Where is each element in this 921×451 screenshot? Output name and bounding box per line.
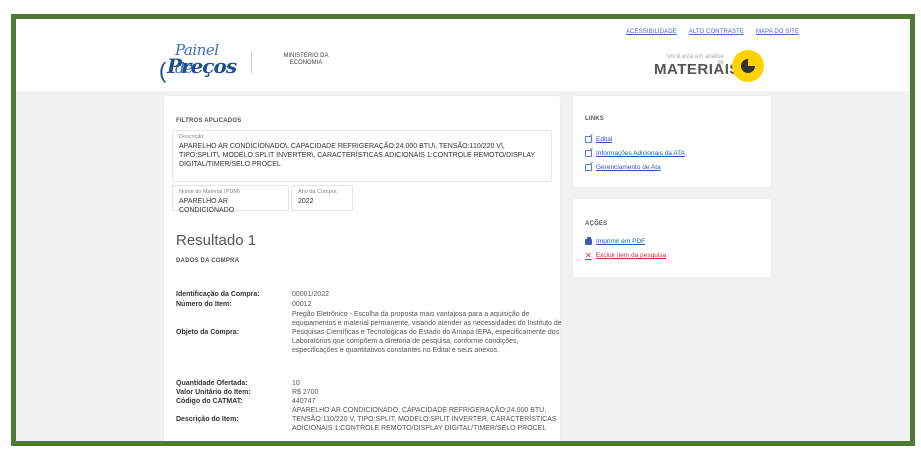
filter-ano-compra: Ano da Compra 2022 [291, 185, 353, 211]
ministry-line2: ECONOMIA [289, 60, 323, 66]
filter-ano-label: Ano da Compra [298, 189, 337, 195]
logo-line2: Preços [167, 54, 237, 78]
header: ACESSIBILIDADE ALTO CONTRASTE MAPA DO SI… [16, 19, 910, 91]
edital-label: Edital [596, 136, 613, 143]
row-quantidade: Quantidade Ofertada: 10 [176, 379, 562, 388]
filter-descricao-value: APARELHO AR CONDICIONADO\, CAPACIDADE RE… [179, 143, 536, 168]
accessibility-link[interactable]: ACESSIBILIDADE [626, 29, 677, 35]
edital-link[interactable]: Edital [585, 136, 612, 143]
filter-ano-value: 2022 [298, 198, 314, 205]
info-ata-label: Informações Adicionais da ATA [596, 150, 686, 157]
field-value: 00012 [292, 301, 312, 308]
high-contrast-link[interactable]: ALTO CONTRASTE [689, 29, 744, 35]
painel-de-precos-logo[interactable]: Painel de ( Preços [159, 41, 237, 83]
row-numero-item: Número do Item: 00012 [176, 300, 562, 309]
dados-compra-title: DADOS DA COMPRA [176, 258, 240, 264]
external-link-icon [585, 136, 592, 143]
field-key: Identificação da Compra: [176, 291, 260, 298]
info-ata-link[interactable]: Informações Adicionais da ATA [585, 150, 685, 157]
materiais-title: MATERIAIS [654, 61, 740, 78]
filter-nome-value: APARELHO AR CONDICIONADO [179, 198, 235, 214]
row-identificacao: Identificação da Compra: 00001/2022 [176, 290, 562, 299]
field-key: Quantidade Ofertada: [176, 380, 248, 387]
field-value: R$ 2700 [292, 389, 319, 396]
row-descricao: Descrição do Item: APARELHO AR CONDICION… [176, 406, 562, 433]
links-title: LINKS [585, 116, 604, 122]
result-title: Resultado 1 [176, 232, 257, 249]
top-links: ACESSIBILIDADE ALTO CONTRASTE MAPA DO SI… [626, 29, 799, 35]
main-card: FILTROS APLICADOS Descrição APARELHO AR … [164, 96, 562, 441]
print-pdf-label: Imprimir em PDF [596, 238, 646, 245]
remove-item-button[interactable]: ✕ Excluir item da pesquisa [585, 251, 666, 260]
acoes-card: AÇÕES Imprimir em PDF ✕ Excluir item da … [573, 199, 771, 277]
logo-brace: ( [159, 58, 167, 83]
filter-descricao: Descrição APARELHO AR CONDICIONADO\, CAP… [172, 130, 552, 182]
field-key: Objeto da Compra: [176, 329, 240, 336]
screenshot-frame: ACESSIBILIDADE ALTO CONTRASTE MAPA DO SI… [11, 14, 915, 446]
ministry-line1: MINISTÉRIO DA [283, 53, 329, 59]
filter-nome-label: Nome do Material (PDM) [179, 189, 240, 195]
gerenciamento-ata-link[interactable]: Gerenciamento de Ata [585, 164, 661, 171]
sitemap-link[interactable]: MAPA DO SITE [756, 29, 799, 35]
filters-title: FILTROS APLICADOS [176, 118, 242, 124]
header-divider [251, 51, 252, 73]
field-key: Descrição do Item: [176, 416, 239, 423]
field-key: Código do CATMAT: [176, 398, 243, 405]
ministry-label: MINISTÉRIO DA ECONOMIA [276, 53, 336, 67]
field-value: 10 [292, 380, 300, 387]
field-value: APARELHO AR CONDICIONADO, CAPACIDADE REF… [292, 407, 557, 432]
gerenciamento-label: Gerenciamento de Ata [596, 164, 661, 171]
filter-nome-material: Nome do Material (PDM) APARELHO AR CONDI… [172, 185, 289, 214]
field-key: Valor Unitário do Item: [176, 389, 251, 396]
row-catmat: Código do CATMAT: 440747 [176, 397, 562, 406]
links-card: LINKS Edital Informações Adicionais da A… [573, 96, 771, 187]
field-value: 440747 [292, 398, 316, 405]
field-value: 00001/2022 [292, 291, 329, 298]
close-icon: ✕ [585, 251, 592, 260]
external-link-icon [585, 164, 592, 171]
filter-descricao-label: Descrição [179, 134, 204, 140]
print-pdf-button[interactable]: Imprimir em PDF [585, 236, 646, 245]
printer-icon [585, 236, 592, 245]
field-value: Pregão Eletrônico - Escolha da proposta … [292, 311, 562, 354]
remove-item-label: Excluir item da pesquisa [595, 252, 667, 259]
pie-chart-icon [732, 50, 764, 82]
field-key: Número do Item: [176, 301, 232, 308]
row-objeto: Objeto da Compra: Pregão Eletrônico - Es… [176, 310, 562, 355]
row-valor: Valor Unitário do Item: R$ 2700 [176, 388, 562, 397]
external-link-icon [585, 150, 592, 157]
acoes-title: AÇÕES [585, 221, 608, 227]
